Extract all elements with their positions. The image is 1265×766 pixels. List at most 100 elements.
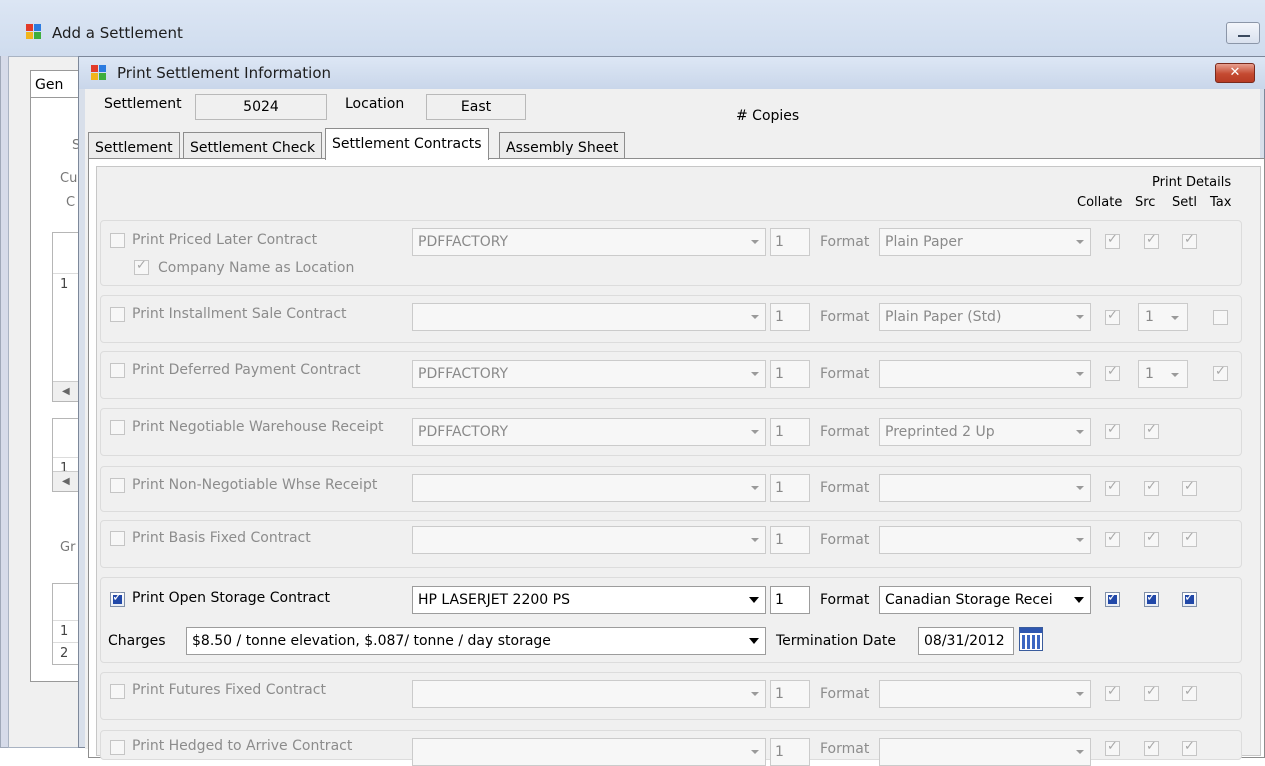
minimize-button[interactable]	[1226, 22, 1260, 44]
hedged-format-select[interactable]	[879, 738, 1091, 766]
deferred-copies[interactable]: 1	[770, 360, 810, 388]
open-storage-printer-select[interactable]: HP LASERJET 2200 PS	[412, 586, 766, 614]
src-header: Src	[1135, 195, 1156, 210]
priced-later-src-checkbox[interactable]	[1144, 232, 1159, 249]
open-storage-checkbox[interactable]	[110, 590, 125, 607]
non-negotiable-copies[interactable]: 1	[770, 474, 810, 502]
installment-checkbox[interactable]	[110, 307, 125, 322]
negotiable-checkbox[interactable]	[110, 420, 125, 435]
priced-later-collate-checkbox[interactable]	[1105, 232, 1120, 249]
tab-settlement[interactable]: Settlement	[88, 132, 180, 160]
futures-fixed-copies[interactable]: 1	[770, 680, 810, 708]
deferred-checkbox[interactable]	[110, 363, 125, 378]
installment-label: Print Installment Sale Contract	[132, 306, 347, 322]
hedged-label: Print Hedged to Arrive Contract	[132, 738, 353, 754]
non-negotiable-printer-select[interactable]	[412, 474, 766, 502]
non-negotiable-src-checkbox[interactable]	[1144, 479, 1159, 496]
non-negotiable-collate-checkbox[interactable]	[1105, 479, 1120, 496]
negotiable-printer-select[interactable]: PDFFACTORY	[412, 418, 766, 446]
installment-format-select[interactable]: Plain Paper (Std)	[879, 303, 1091, 331]
basis-fixed-copies[interactable]: 1	[770, 526, 810, 554]
tax-header: Tax	[1210, 195, 1232, 210]
open-storage-src-checkbox[interactable]	[1144, 590, 1159, 607]
basis-fixed-format-label: Format	[820, 532, 870, 548]
negotiable-collate-checkbox[interactable]	[1105, 422, 1120, 439]
close-button[interactable]: ✕	[1215, 63, 1255, 83]
add-settlement-titlebar: Add a Settlement	[0, 0, 1265, 56]
setl-header: Setl	[1172, 195, 1197, 210]
deferred-setl-select[interactable]: 1	[1138, 360, 1188, 388]
hedged-printer-select[interactable]	[412, 738, 766, 766]
hedged-copies[interactable]: 1	[770, 738, 810, 766]
installment-copies[interactable]: 1	[770, 303, 810, 331]
futures-fixed-setl-checkbox[interactable]	[1182, 684, 1197, 701]
tab-settlement-check[interactable]: Settlement Check	[183, 132, 323, 160]
termination-date-label: Termination Date	[776, 633, 897, 649]
tab-settlement-contracts[interactable]: Settlement Contracts	[325, 128, 489, 160]
futures-fixed-printer-select[interactable]	[412, 680, 766, 708]
priced-later-setl-checkbox[interactable]	[1182, 232, 1197, 249]
charges-select[interactable]: $8.50 / tonne elevation, $.087/ tonne / …	[186, 627, 766, 655]
collate-header: Collate	[1077, 195, 1123, 210]
futures-fixed-checkbox[interactable]	[110, 684, 125, 699]
basis-fixed-src-checkbox[interactable]	[1144, 530, 1159, 547]
tab-assembly-sheet[interactable]: Assembly Sheet	[499, 132, 626, 160]
futures-fixed-format-label: Format	[820, 686, 870, 702]
basis-fixed-setl-checkbox[interactable]	[1182, 530, 1197, 547]
negotiable-format-select[interactable]: Preprinted 2 Up	[879, 418, 1091, 446]
termination-date-input[interactable]: 08/31/2012	[918, 627, 1014, 655]
installment-collate-checkbox[interactable]	[1105, 308, 1120, 325]
location-label: Location	[345, 96, 405, 112]
settlement-label: Settlement	[104, 96, 182, 112]
company-name-label: Company Name as Location	[158, 260, 355, 276]
negotiable-src-checkbox[interactable]	[1144, 422, 1159, 439]
installment-format-label: Format	[820, 309, 870, 325]
hedged-collate-checkbox[interactable]	[1105, 739, 1120, 756]
deferred-collate-checkbox[interactable]	[1105, 364, 1120, 381]
priced-later-printer-select[interactable]: PDFFACTORY	[412, 228, 766, 256]
deferred-printer-select[interactable]: PDFFACTORY	[412, 360, 766, 388]
negotiable-format-label: Format	[820, 424, 870, 440]
deferred-format-label: Format	[820, 366, 870, 382]
basis-fixed-label: Print Basis Fixed Contract	[132, 530, 311, 546]
basis-fixed-printer-select[interactable]	[412, 526, 766, 554]
installment-setl-select[interactable]: 1	[1138, 303, 1188, 331]
futures-fixed-format-select[interactable]	[879, 680, 1091, 708]
basis-fixed-checkbox[interactable]	[110, 531, 125, 546]
hedged-src-checkbox[interactable]	[1144, 739, 1159, 756]
hedged-setl-checkbox[interactable]	[1182, 739, 1197, 756]
company-name-checkbox[interactable]	[134, 258, 149, 275]
negotiable-copies[interactable]: 1	[770, 418, 810, 446]
calendar-icon[interactable]	[1019, 627, 1043, 651]
basis-fixed-collate-checkbox[interactable]	[1105, 530, 1120, 547]
charges-label: Charges	[108, 633, 166, 649]
deferred-format-select[interactable]	[879, 360, 1091, 388]
non-negotiable-checkbox[interactable]	[110, 478, 125, 493]
installment-printer-select[interactable]	[412, 303, 766, 331]
open-storage-collate-checkbox[interactable]	[1105, 590, 1120, 607]
non-negotiable-setl-checkbox[interactable]	[1182, 479, 1197, 496]
priced-later-format-label: Format	[820, 234, 870, 250]
priced-later-format-select[interactable]: Plain Paper	[879, 228, 1091, 256]
non-negotiable-format-select[interactable]	[879, 474, 1091, 502]
dialog-app-icon	[91, 65, 107, 81]
deferred-label: Print Deferred Payment Contract	[132, 362, 361, 378]
dialog-titlebar: Print Settlement Information ✕	[79, 57, 1265, 89]
open-storage-setl-checkbox[interactable]	[1182, 590, 1197, 607]
open-storage-copies[interactable]: 1	[770, 586, 810, 614]
deferred-tax-checkbox[interactable]	[1213, 364, 1228, 381]
location-value: East	[426, 94, 526, 120]
settlement-value: 5024	[195, 94, 327, 120]
bg-label-fragment: Cu	[60, 171, 78, 186]
futures-fixed-src-checkbox[interactable]	[1144, 684, 1159, 701]
basis-fixed-format-select[interactable]	[879, 526, 1091, 554]
priced-later-copies[interactable]: 1	[770, 228, 810, 256]
copies-label: # Copies	[736, 108, 800, 124]
open-storage-format-select[interactable]: Canadian Storage Recei	[879, 586, 1091, 614]
installment-tax-checkbox[interactable]	[1213, 310, 1228, 325]
futures-fixed-collate-checkbox[interactable]	[1105, 684, 1120, 701]
open-storage-label: Print Open Storage Contract	[132, 590, 330, 606]
priced-later-checkbox[interactable]	[110, 233, 125, 248]
non-negotiable-label: Print Non-Negotiable Whse Receipt	[132, 477, 378, 493]
app-icon	[26, 24, 42, 40]
